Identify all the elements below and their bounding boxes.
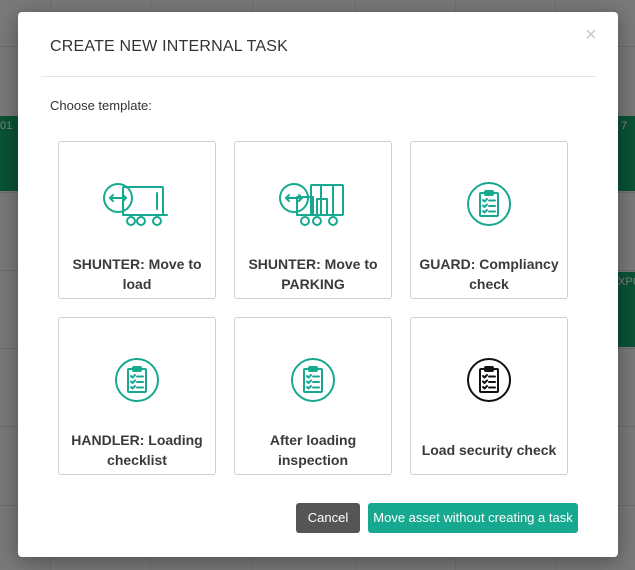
move-asset-button[interactable]: Move asset without creating a task [368, 503, 578, 533]
template-card-shunter-move-to-load[interactable]: SHUNTER: Move to load [58, 141, 216, 299]
header-divider [41, 76, 595, 77]
clipboard-check-icon [59, 350, 215, 410]
template-label: GUARD: Compliancy check [419, 256, 559, 292]
template-label: Load security check [421, 442, 557, 458]
template-card-after-loading-inspection[interactable]: After loading inspection [234, 317, 392, 475]
choose-template-label: Choose template: [50, 98, 152, 113]
template-label: SHUNTER: Move to load [72, 256, 202, 292]
clipboard-check-icon [411, 174, 567, 234]
truck-parking-icon [235, 174, 391, 234]
template-label: SHUNTER: Move to PARKING [248, 256, 378, 292]
cancel-button[interactable]: Cancel [296, 503, 360, 533]
modal-title: CREATE NEW INTERNAL TASK [50, 38, 289, 55]
close-icon[interactable]: × [582, 25, 600, 45]
create-task-modal: CREATE NEW INTERNAL TASK × Choose templa… [18, 12, 618, 557]
template-card-load-security-check[interactable]: Load security check [410, 317, 568, 475]
template-card-handler-loading-checklist[interactable]: HANDLER: Loading checklist [58, 317, 216, 475]
clipboard-check-icon [411, 350, 567, 410]
truck-move-icon [59, 174, 215, 234]
template-card-shunter-move-to-parking[interactable]: SHUNTER: Move to PARKING [234, 141, 392, 299]
template-card-guard-compliancy-check[interactable]: GUARD: Compliancy check [410, 141, 568, 299]
template-label: After loading inspection [269, 432, 357, 468]
template-label: HANDLER: Loading checklist [71, 432, 203, 468]
clipboard-check-icon [235, 350, 391, 410]
